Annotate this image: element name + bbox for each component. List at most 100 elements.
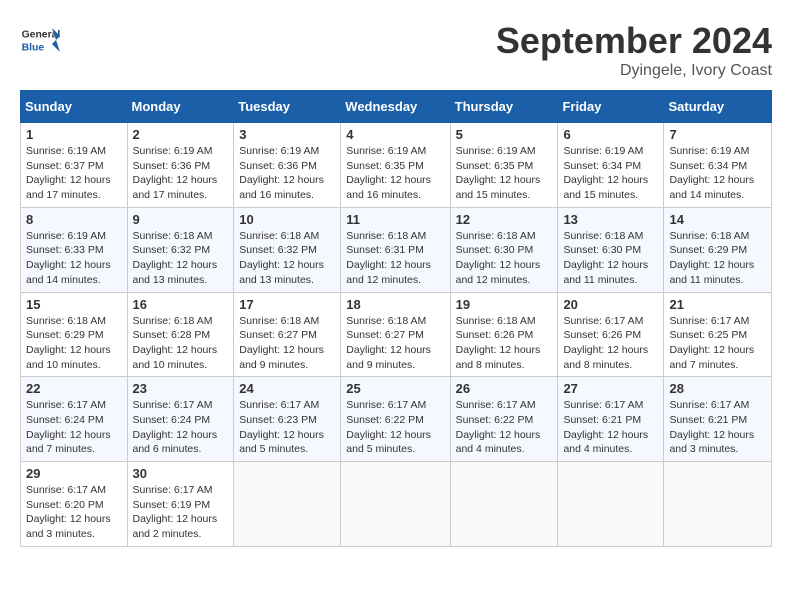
day-info: Sunrise: 6:19 AM Sunset: 6:33 PM Dayligh…	[26, 229, 122, 288]
day-number: 25	[346, 381, 444, 396]
calendar-cell	[234, 462, 341, 547]
day-number: 11	[346, 212, 444, 227]
day-number: 27	[563, 381, 658, 396]
day-number: 28	[669, 381, 766, 396]
logo: General Blue	[20, 20, 66, 60]
day-info: Sunrise: 6:17 AM Sunset: 6:21 PM Dayligh…	[563, 398, 658, 457]
calendar-cell: 6 Sunrise: 6:19 AM Sunset: 6:34 PM Dayli…	[558, 123, 664, 208]
day-info: Sunrise: 6:18 AM Sunset: 6:29 PM Dayligh…	[669, 229, 766, 288]
day-number: 5	[456, 127, 553, 142]
calendar-cell: 11 Sunrise: 6:18 AM Sunset: 6:31 PM Dayl…	[341, 207, 450, 292]
weekday-header-friday: Friday	[558, 91, 664, 123]
week-row-3: 15 Sunrise: 6:18 AM Sunset: 6:29 PM Dayl…	[21, 292, 772, 377]
day-number: 1	[26, 127, 122, 142]
calendar-cell: 29 Sunrise: 6:17 AM Sunset: 6:20 PM Dayl…	[21, 462, 128, 547]
day-info: Sunrise: 6:18 AM Sunset: 6:27 PM Dayligh…	[239, 314, 335, 373]
calendar-cell: 2 Sunrise: 6:19 AM Sunset: 6:36 PM Dayli…	[127, 123, 234, 208]
day-number: 14	[669, 212, 766, 227]
day-number: 9	[133, 212, 229, 227]
week-row-4: 22 Sunrise: 6:17 AM Sunset: 6:24 PM Dayl…	[21, 377, 772, 462]
calendar-cell: 27 Sunrise: 6:17 AM Sunset: 6:21 PM Dayl…	[558, 377, 664, 462]
calendar-cell: 18 Sunrise: 6:18 AM Sunset: 6:27 PM Dayl…	[341, 292, 450, 377]
calendar-cell: 23 Sunrise: 6:17 AM Sunset: 6:24 PM Dayl…	[127, 377, 234, 462]
day-info: Sunrise: 6:18 AM Sunset: 6:32 PM Dayligh…	[239, 229, 335, 288]
month-title: September 2024	[496, 20, 772, 62]
day-number: 30	[133, 466, 229, 481]
day-number: 15	[26, 297, 122, 312]
calendar-cell: 25 Sunrise: 6:17 AM Sunset: 6:22 PM Dayl…	[341, 377, 450, 462]
day-info: Sunrise: 6:18 AM Sunset: 6:31 PM Dayligh…	[346, 229, 444, 288]
weekday-header-sunday: Sunday	[21, 91, 128, 123]
calendar-cell: 16 Sunrise: 6:18 AM Sunset: 6:28 PM Dayl…	[127, 292, 234, 377]
day-number: 12	[456, 212, 553, 227]
calendar-cell: 3 Sunrise: 6:19 AM Sunset: 6:36 PM Dayli…	[234, 123, 341, 208]
week-row-2: 8 Sunrise: 6:19 AM Sunset: 6:33 PM Dayli…	[21, 207, 772, 292]
calendar-cell: 5 Sunrise: 6:19 AM Sunset: 6:35 PM Dayli…	[450, 123, 558, 208]
day-number: 3	[239, 127, 335, 142]
day-number: 26	[456, 381, 553, 396]
day-number: 7	[669, 127, 766, 142]
day-number: 29	[26, 466, 122, 481]
day-info: Sunrise: 6:19 AM Sunset: 6:35 PM Dayligh…	[456, 144, 553, 203]
day-info: Sunrise: 6:18 AM Sunset: 6:29 PM Dayligh…	[26, 314, 122, 373]
calendar-cell: 22 Sunrise: 6:17 AM Sunset: 6:24 PM Dayl…	[21, 377, 128, 462]
week-row-5: 29 Sunrise: 6:17 AM Sunset: 6:20 PM Dayl…	[21, 462, 772, 547]
weekday-header-wednesday: Wednesday	[341, 91, 450, 123]
calendar-cell: 26 Sunrise: 6:17 AM Sunset: 6:22 PM Dayl…	[450, 377, 558, 462]
day-info: Sunrise: 6:17 AM Sunset: 6:22 PM Dayligh…	[346, 398, 444, 457]
calendar-cell: 21 Sunrise: 6:17 AM Sunset: 6:25 PM Dayl…	[664, 292, 772, 377]
calendar-cell: 15 Sunrise: 6:18 AM Sunset: 6:29 PM Dayl…	[21, 292, 128, 377]
day-info: Sunrise: 6:18 AM Sunset: 6:32 PM Dayligh…	[133, 229, 229, 288]
calendar-table: SundayMondayTuesdayWednesdayThursdayFrid…	[20, 90, 772, 547]
day-number: 13	[563, 212, 658, 227]
day-number: 2	[133, 127, 229, 142]
day-info: Sunrise: 6:18 AM Sunset: 6:26 PM Dayligh…	[456, 314, 553, 373]
calendar-cell: 4 Sunrise: 6:19 AM Sunset: 6:35 PM Dayli…	[341, 123, 450, 208]
day-number: 8	[26, 212, 122, 227]
weekday-header-tuesday: Tuesday	[234, 91, 341, 123]
calendar-cell: 13 Sunrise: 6:18 AM Sunset: 6:30 PM Dayl…	[558, 207, 664, 292]
calendar-cell: 9 Sunrise: 6:18 AM Sunset: 6:32 PM Dayli…	[127, 207, 234, 292]
week-row-1: 1 Sunrise: 6:19 AM Sunset: 6:37 PM Dayli…	[21, 123, 772, 208]
calendar-cell	[341, 462, 450, 547]
day-info: Sunrise: 6:17 AM Sunset: 6:24 PM Dayligh…	[26, 398, 122, 457]
calendar-cell	[450, 462, 558, 547]
day-number: 24	[239, 381, 335, 396]
day-info: Sunrise: 6:19 AM Sunset: 6:35 PM Dayligh…	[346, 144, 444, 203]
day-info: Sunrise: 6:18 AM Sunset: 6:27 PM Dayligh…	[346, 314, 444, 373]
title-block: September 2024 Dyingele, Ivory Coast	[496, 20, 772, 80]
calendar-cell: 19 Sunrise: 6:18 AM Sunset: 6:26 PM Dayl…	[450, 292, 558, 377]
day-info: Sunrise: 6:19 AM Sunset: 6:34 PM Dayligh…	[563, 144, 658, 203]
calendar-cell	[664, 462, 772, 547]
calendar-cell: 30 Sunrise: 6:17 AM Sunset: 6:19 PM Dayl…	[127, 462, 234, 547]
day-info: Sunrise: 6:17 AM Sunset: 6:22 PM Dayligh…	[456, 398, 553, 457]
day-info: Sunrise: 6:17 AM Sunset: 6:21 PM Dayligh…	[669, 398, 766, 457]
calendar-cell: 14 Sunrise: 6:18 AM Sunset: 6:29 PM Dayl…	[664, 207, 772, 292]
calendar-cell: 7 Sunrise: 6:19 AM Sunset: 6:34 PM Dayli…	[664, 123, 772, 208]
calendar-cell: 24 Sunrise: 6:17 AM Sunset: 6:23 PM Dayl…	[234, 377, 341, 462]
weekday-header-monday: Monday	[127, 91, 234, 123]
day-number: 17	[239, 297, 335, 312]
day-number: 21	[669, 297, 766, 312]
location-title: Dyingele, Ivory Coast	[496, 62, 772, 80]
day-info: Sunrise: 6:17 AM Sunset: 6:19 PM Dayligh…	[133, 483, 229, 542]
calendar-cell: 17 Sunrise: 6:18 AM Sunset: 6:27 PM Dayl…	[234, 292, 341, 377]
calendar-cell: 8 Sunrise: 6:19 AM Sunset: 6:33 PM Dayli…	[21, 207, 128, 292]
svg-text:Blue: Blue	[22, 42, 45, 53]
calendar-cell: 1 Sunrise: 6:19 AM Sunset: 6:37 PM Dayli…	[21, 123, 128, 208]
calendar-cell: 10 Sunrise: 6:18 AM Sunset: 6:32 PM Dayl…	[234, 207, 341, 292]
weekday-header-saturday: Saturday	[664, 91, 772, 123]
calendar-cell: 28 Sunrise: 6:17 AM Sunset: 6:21 PM Dayl…	[664, 377, 772, 462]
day-number: 22	[26, 381, 122, 396]
day-info: Sunrise: 6:17 AM Sunset: 6:25 PM Dayligh…	[669, 314, 766, 373]
page-header: General Blue September 2024 Dyingele, Iv…	[20, 20, 772, 80]
day-number: 20	[563, 297, 658, 312]
day-info: Sunrise: 6:19 AM Sunset: 6:37 PM Dayligh…	[26, 144, 122, 203]
day-number: 18	[346, 297, 444, 312]
logo-icon: General Blue	[20, 20, 60, 60]
calendar-cell	[558, 462, 664, 547]
day-number: 6	[563, 127, 658, 142]
day-info: Sunrise: 6:17 AM Sunset: 6:23 PM Dayligh…	[239, 398, 335, 457]
day-number: 16	[133, 297, 229, 312]
day-info: Sunrise: 6:18 AM Sunset: 6:28 PM Dayligh…	[133, 314, 229, 373]
